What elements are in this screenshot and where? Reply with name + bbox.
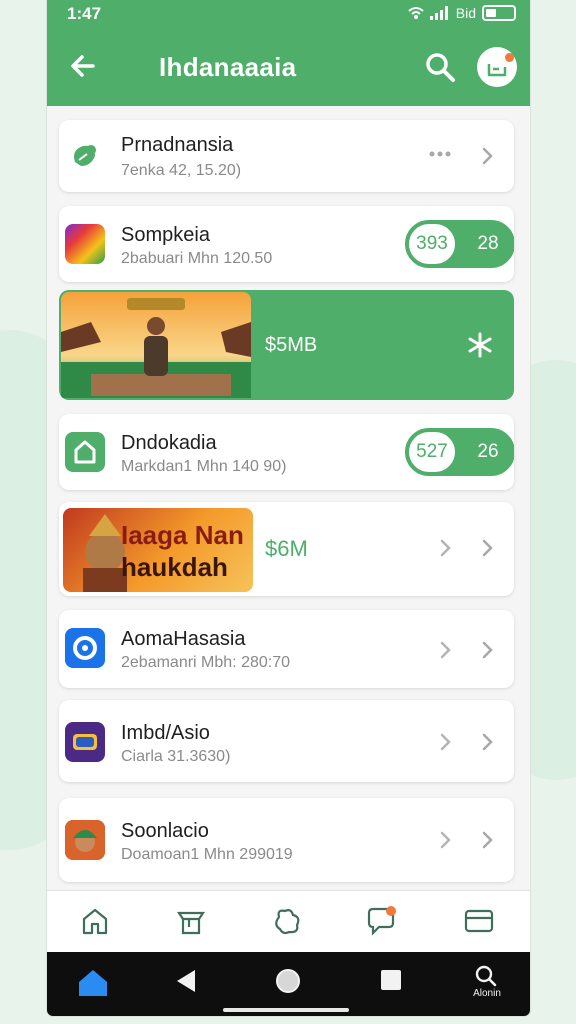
item-name: Imbd/Asio <box>121 722 210 744</box>
promo-card[interactable]: Iaaga Nan haukdah $6M <box>59 502 514 596</box>
item-subtitle: Markdan1 Mhn 140 90) <box>121 458 287 475</box>
back-triangle-icon[interactable] <box>175 968 197 994</box>
list-item[interactable]: Soonlacio Doamoan1 Mhn 299019 <box>59 798 514 882</box>
system-navigation: Alonin <box>47 952 530 1016</box>
character-icon <box>65 820 105 860</box>
recents-square-icon[interactable] <box>380 969 402 991</box>
page-title: Ihdanaaaia <box>159 52 297 82</box>
chevron-right-icon[interactable] <box>477 146 497 166</box>
wifi-icon <box>408 7 424 19</box>
list-item[interactable]: Sompkeia 2babuari Mhn 120.50 393 28 <box>59 206 514 282</box>
home-circle-icon[interactable] <box>275 968 301 994</box>
chevron-right-icon[interactable] <box>435 732 455 752</box>
price-toggle[interactable]: 393 28 <box>405 220 514 268</box>
list-item[interactable]: Dndokadia Markdan1 Mhn 140 90) 527 26 <box>59 414 514 490</box>
item-list: Prnadnansia 7enka 42, 15.20) Sompkeia 2b… <box>47 106 530 890</box>
more-icon[interactable] <box>429 150 451 158</box>
banner-value: $5MB <box>265 334 318 356</box>
list-item[interactable]: AomaHasasia 2ebamanri Mbh: 280:70 <box>59 610 514 688</box>
chevron-right-icon[interactable] <box>435 830 455 850</box>
chat-icon[interactable] <box>365 905 397 937</box>
battery-icon <box>482 5 516 21</box>
phone-screen: 1:47 Bid Ihdanaaaia Prnadnansia 7enka 42… <box>47 0 530 1016</box>
item-name: Sompkeia <box>121 224 210 246</box>
list-item[interactable]: Imbd/Asio Ciarla 31.3630) <box>59 700 514 782</box>
house-icon <box>74 440 96 464</box>
promo-banner[interactable]: $5MB <box>59 290 514 400</box>
toggle-left-value: 527 <box>407 430 457 474</box>
leaf-icon <box>74 145 96 166</box>
status-icons: Bid <box>408 5 516 21</box>
search-icon[interactable] <box>423 50 457 84</box>
game-icon[interactable] <box>271 905 303 937</box>
notification-dot <box>505 53 514 62</box>
item-name: Soonlacio <box>121 820 209 842</box>
status-time: 1:47 <box>67 4 102 23</box>
banner-value: $6M <box>265 536 308 561</box>
item-subtitle: Ciarla 31.3630) <box>121 748 231 765</box>
promo-title-line1: Iaaga Nan <box>121 520 244 550</box>
search-icon[interactable] <box>473 964 499 988</box>
toggle-right-value: 26 <box>477 441 499 462</box>
chevron-right-icon[interactable] <box>477 538 497 558</box>
chevron-right-icon[interactable] <box>477 830 497 850</box>
app-bar: Ihdanaaaia <box>47 28 530 106</box>
promo-title-line2: haukdah <box>121 552 228 582</box>
price-toggle[interactable]: 527 26 <box>405 428 514 476</box>
chevron-right-icon[interactable] <box>477 640 497 660</box>
toggle-left-value: 393 <box>407 222 457 266</box>
item-name: Dndokadia <box>121 432 217 454</box>
chevron-right-icon[interactable] <box>435 538 455 558</box>
item-subtitle: 7enka 42, 15.20) <box>121 162 242 179</box>
item-subtitle: 2babuari Mhn 120.50 <box>121 250 273 267</box>
store-icon[interactable] <box>175 905 207 937</box>
home-filled-icon[interactable] <box>77 968 109 998</box>
toggle-right-value: 28 <box>477 233 499 254</box>
app-icon <box>65 722 105 762</box>
banner-image <box>61 292 251 398</box>
profile-button[interactable] <box>477 47 517 87</box>
promo-image: Iaaga Nan haukdah <box>63 508 253 592</box>
chevron-right-icon[interactable] <box>435 640 455 660</box>
home-icon[interactable] <box>79 905 111 937</box>
list-item[interactable]: Prnadnansia 7enka 42, 15.20) <box>59 120 514 192</box>
status-text: Bid <box>455 5 476 21</box>
item-name: AomaHasasia <box>121 628 246 650</box>
app-icon <box>65 432 105 472</box>
gear-icon <box>73 636 97 660</box>
arrow-back-icon[interactable] <box>65 48 101 84</box>
search-label: Alonin <box>473 988 501 999</box>
gesture-bar <box>223 1008 349 1012</box>
chevron-right-icon[interactable] <box>477 732 497 752</box>
app-icon <box>65 628 105 668</box>
bottom-navigation <box>47 890 530 953</box>
wallet-icon[interactable] <box>463 905 495 937</box>
item-subtitle: 2ebamanri Mbh: 280:70 <box>121 654 290 671</box>
status-bar: 1:47 Bid <box>47 0 530 28</box>
app-icon <box>65 820 105 860</box>
asterisk-icon[interactable] <box>467 332 493 358</box>
app-icon <box>65 224 105 264</box>
item-subtitle: Doamoan1 Mhn 299019 <box>121 846 293 863</box>
item-name: Prnadnansia <box>121 134 234 156</box>
signal-icon <box>429 6 448 20</box>
badge-icon <box>73 734 97 750</box>
